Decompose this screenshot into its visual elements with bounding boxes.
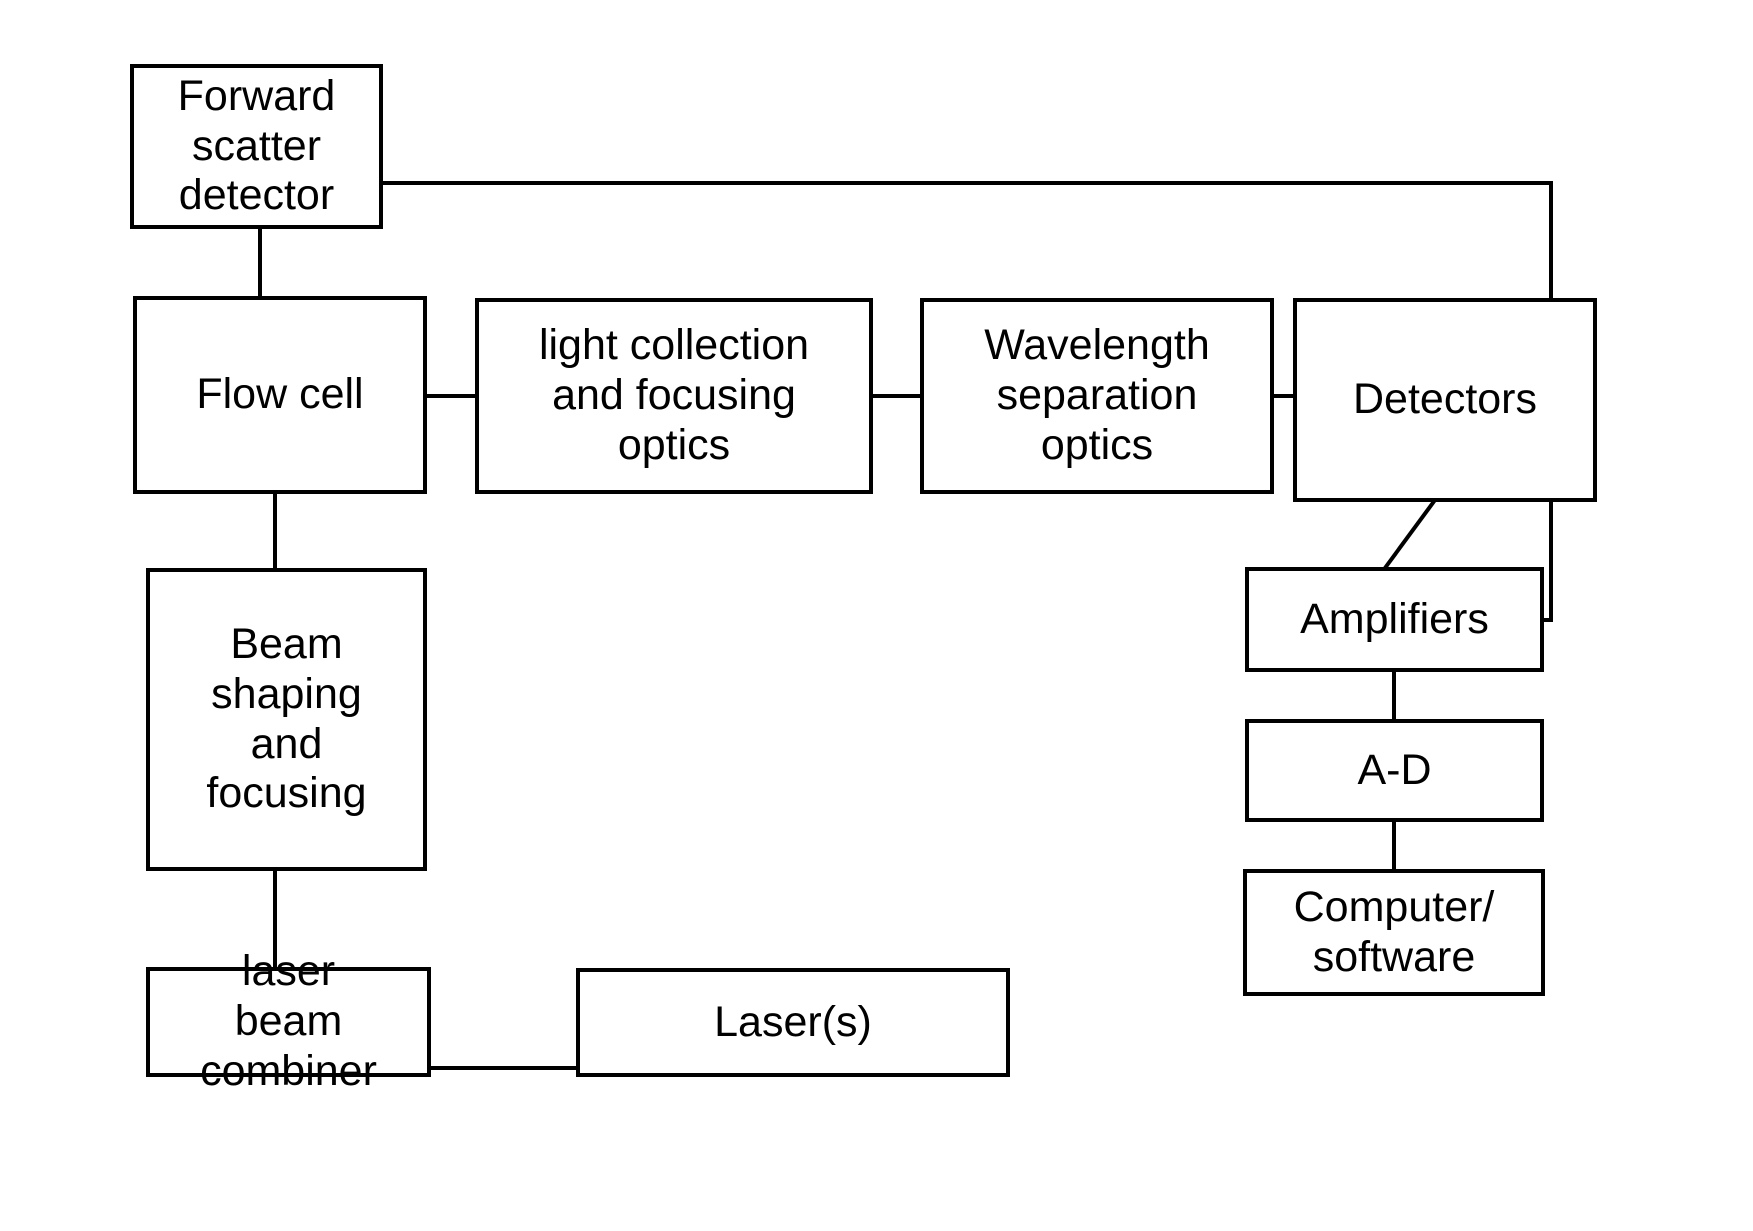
node-label: Forward scatter detector [177, 71, 336, 220]
node-label: Wavelength separation optics [984, 321, 1210, 469]
node-label: Laser(s) [714, 997, 872, 1046]
edge-laser-combiner-to-lasers [427, 1066, 580, 1070]
node-label: light collection and focusing optics [538, 321, 810, 469]
node-label: Beam shaping and focusing [206, 619, 367, 818]
node-analog-to-digital[interactable]: A-D [1245, 719, 1544, 822]
node-flow-cell[interactable]: Flow cell [133, 296, 427, 494]
edge-forward-scatter-to-flow-cell [258, 226, 262, 299]
edge-light-collection-to-wavelength [870, 394, 923, 398]
node-laser-beam-combiner[interactable]: laser beam combiner [146, 947, 431, 1095]
node-beam-shaping-and-focusing[interactable]: Beam shaping and focusing [146, 568, 427, 871]
node-forward-scatter-detector[interactable]: Forward scatter detector [130, 64, 383, 229]
node-computer-software[interactable]: Computer/ software [1243, 869, 1545, 996]
edge-flow-cell-to-light-collection [424, 394, 478, 398]
edge-forward-scatter-to-rail [381, 181, 1553, 185]
node-detectors[interactable]: Detectors [1293, 298, 1597, 502]
edge-ad-to-computer [1392, 819, 1396, 873]
edge-flow-cell-to-beam-shaping [273, 490, 277, 572]
node-label: Detectors [1352, 375, 1537, 424]
node-label: A-D [1357, 745, 1432, 794]
node-label: laser beam combiner [200, 947, 377, 1095]
node-label: Amplifiers [1300, 594, 1489, 643]
edge-amplifiers-to-ad [1392, 669, 1396, 723]
node-label: Computer/ software [1293, 882, 1495, 981]
diagram-canvas: Forward scatter detector Flow cell light… [0, 0, 1753, 1231]
node-lasers[interactable]: Laser(s) [576, 968, 1010, 1077]
edge-detectors-to-amplifiers [1380, 498, 1440, 570]
node-light-collection-and-focusing-optics[interactable]: light collection and focusing optics [475, 298, 873, 494]
node-amplifiers[interactable]: Amplifiers [1245, 567, 1544, 672]
node-label: Flow cell [196, 370, 364, 419]
node-wavelength-separation-optics[interactable]: Wavelength separation optics [920, 298, 1274, 494]
